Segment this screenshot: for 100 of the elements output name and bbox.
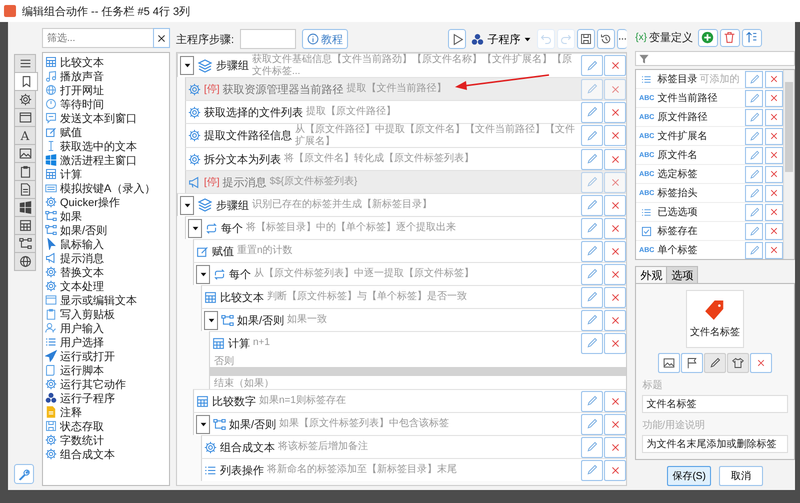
pen-button[interactable] [704,353,726,373]
step-row[interactable]: 步骤组 获取文件基础信息【文件当前路劲】【原文件名称】【文件扩展名】【原文件标签... [177,53,626,77]
step-row[interactable]: 每个 从【原文件标签列表】中逐一提取【原文件标签】 [193,262,626,285]
edit-button[interactable] [745,242,763,259]
edit-button[interactable] [745,128,763,145]
collapse-toggle[interactable] [188,218,202,238]
action-item[interactable]: 显示或编辑文本 [45,293,167,307]
action-item[interactable]: 如果 [45,209,167,223]
action-item[interactable]: 状态存取 [45,419,167,433]
action-item[interactable]: 提示消息 [45,251,167,265]
edit-button[interactable] [745,166,763,183]
title-field[interactable]: 文件名标签 [642,395,788,413]
delete-button[interactable] [604,55,626,76]
add-variable-button[interactable] [698,28,718,47]
action-item[interactable]: 赋值 [45,125,167,139]
step-row[interactable]: 赋值 重置n的计数 [193,239,626,262]
action-item[interactable]: 运行脚本 [45,363,167,377]
filter-field[interactable]: 筛选... [42,28,153,48]
save-button[interactable] [577,29,596,49]
scrollbar[interactable] [783,70,794,259]
collapse-toggle[interactable] [204,310,218,330]
dialog-button[interactable]: 保存(S) [667,466,712,486]
action-item[interactable]: 运行其它动作 [45,377,167,391]
category-tab[interactable] [14,252,36,271]
action-item[interactable]: 计算 [45,167,167,181]
collapse-toggle[interactable] [180,56,194,75]
category-tab[interactable] [14,144,36,163]
property-tab[interactable]: 外观 [635,266,668,284]
delete-variable-button[interactable] [720,28,740,47]
tools-button[interactable] [14,464,34,484]
property-tab[interactable]: 选项 [666,266,698,284]
action-item[interactable]: 用户选择 [45,335,167,349]
tutorial-button[interactable]: 教程 [302,29,348,49]
delete-button[interactable] [765,90,783,107]
edit-button[interactable] [581,240,604,262]
run-button[interactable] [448,29,466,49]
action-item[interactable]: 鼠标输入 [45,237,167,251]
delete-button[interactable] [765,222,783,240]
edit-button[interactable] [581,264,604,284]
delete-button[interactable] [765,242,783,259]
collapse-toggle[interactable] [196,414,210,434]
edit-button[interactable] [581,436,604,458]
edit-button[interactable] [581,286,604,308]
edit-button[interactable] [745,90,763,107]
delete-button[interactable] [765,184,783,202]
edit-button[interactable] [745,146,763,164]
step-row[interactable]: 计算 n+1 [209,331,626,354]
delete-button[interactable] [604,390,626,412]
delete-button[interactable] [604,148,626,170]
action-item[interactable]: 发送文本到窗口 [45,111,167,125]
delete-button[interactable] [765,166,783,183]
edit-button[interactable] [581,194,604,216]
history-button[interactable] [597,29,616,49]
clear-button[interactable] [153,28,170,48]
delete-button[interactable] [604,125,626,146]
action-item[interactable]: 如果/否则 [45,223,167,237]
edit-button[interactable] [581,125,604,146]
action-item[interactable]: Quicker操作 [45,195,167,209]
category-tab[interactable]: A [14,126,36,145]
action-item[interactable]: 注释 [45,405,167,419]
category-tab[interactable] [14,216,36,235]
category-tab[interactable] [14,234,36,253]
edit-button[interactable] [581,218,604,238]
edit-button[interactable] [581,102,604,122]
description-field[interactable]: 为文件名末尾添加或删除标签 [642,435,788,453]
category-tab[interactable] [14,108,36,127]
action-item[interactable]: 模拟按键A（录入） [45,181,167,195]
edit-button[interactable] [581,390,604,412]
step-row[interactable]: 列表操作 将新命名的标签添加至【新标签目录】末尾 [201,458,626,481]
action-item[interactable]: 打开网址 [45,83,167,97]
delete-button[interactable] [604,414,626,434]
action-item[interactable]: 运行子程序 [45,391,167,405]
edit-button[interactable] [581,460,604,480]
edit-button[interactable] [581,310,604,330]
step-row[interactable]: 每个 将【标签目录】中的【单个标签】逐个提取出来 [185,216,626,239]
variable-row[interactable]: 已选选项 [636,203,783,222]
edit-button[interactable] [745,184,763,202]
step-row[interactable]: 如果/否则 如果一致 [201,308,626,331]
edit-button[interactable] [581,148,604,170]
action-item[interactable]: 用户输入 [45,321,167,335]
edit-button[interactable] [745,222,763,240]
category-tab[interactable] [14,198,36,217]
category-tab[interactable] [14,162,36,181]
action-item[interactable]: 比较文本 [45,55,167,69]
dialog-button[interactable]: 取消 [719,466,764,486]
category-tab[interactable] [14,90,36,109]
category-tab[interactable] [14,180,36,199]
step-row[interactable]: 步骤组 识别已存在的标签并生成【新标签目录】 [177,193,626,216]
delete-button[interactable] [604,332,626,354]
delete-button[interactable] [604,264,626,284]
delete-button[interactable] [765,108,783,126]
action-item[interactable]: 播放声音 [45,69,167,83]
action-item[interactable]: 文本处理 [45,279,167,293]
delete-button[interactable] [604,310,626,330]
edit-button[interactable] [581,414,604,434]
delete-button[interactable] [604,102,626,122]
step-row[interactable]: 拆分文本为列表 将【原文件名】转化成【原文件标签列表】 [185,147,626,170]
flag-button[interactable] [681,353,704,373]
subprogram-dropdown[interactable]: 子程序 [468,29,536,49]
edit-button[interactable] [581,332,604,354]
